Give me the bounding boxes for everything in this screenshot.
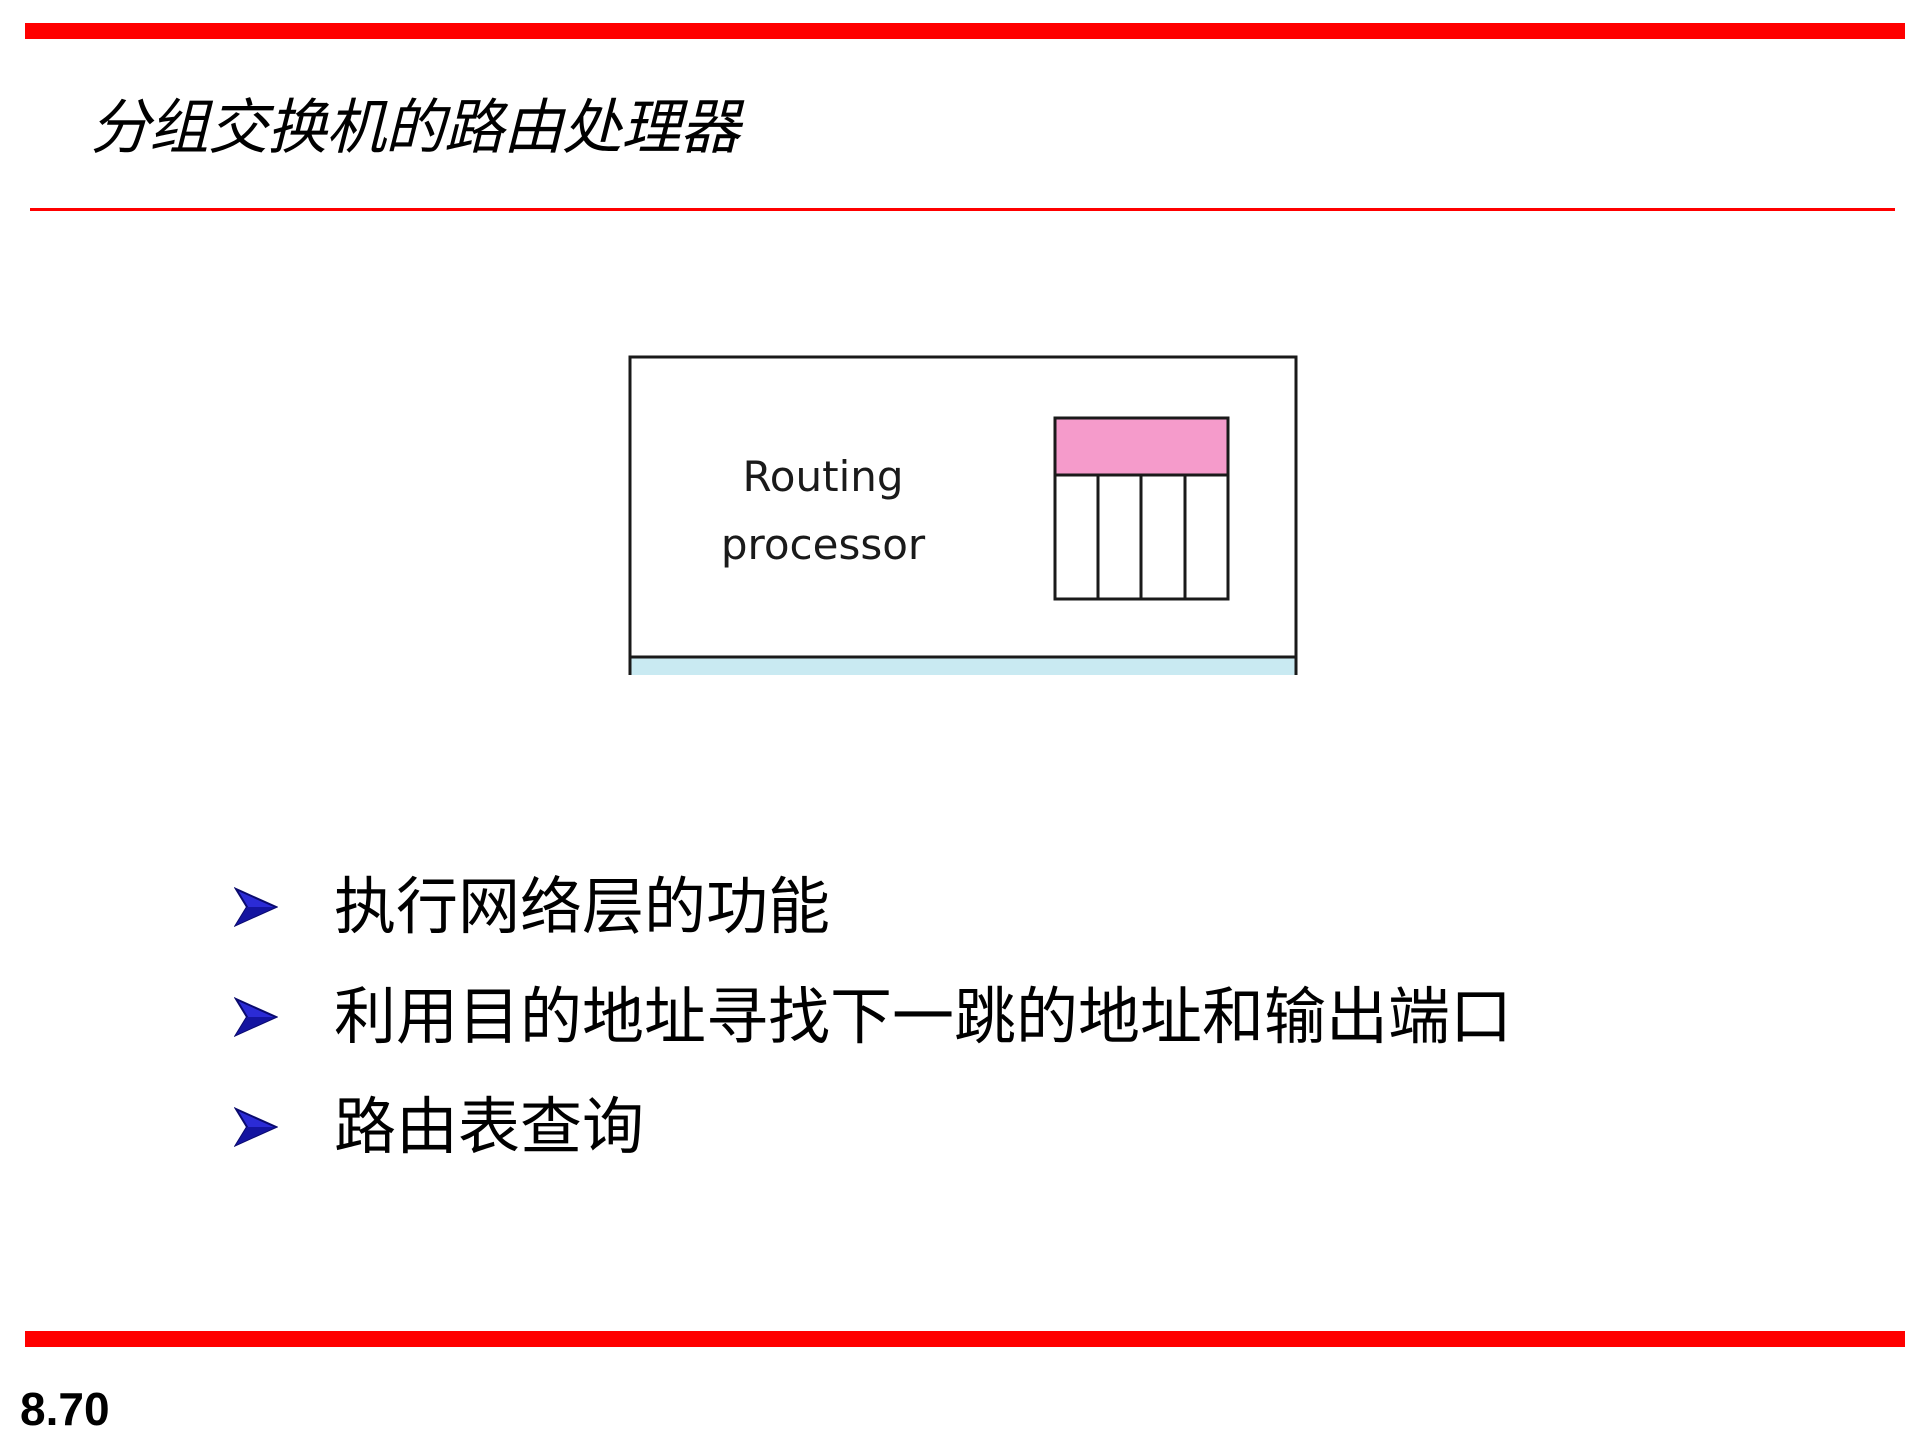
bullet-text: 利用目的地址寻找下一跳的地址和输出端口 (334, 980, 1513, 1053)
bullet-text: 路由表查询 (334, 1090, 645, 1163)
arrowhead-bullet-icon (234, 1105, 334, 1149)
diagram-bottom-band (630, 657, 1296, 675)
top-red-rule (25, 23, 1905, 39)
list-item: 利用目的地址寻找下一跳的地址和输出端口 (234, 962, 1512, 1072)
routing-table-header (1053, 416, 1230, 477)
routing-processor-label: Routing processor (688, 443, 958, 579)
title-underline-rule (30, 208, 1895, 211)
bullet-list: 执行网络层的功能 利用目的地址寻找下一跳的地址和输出端口 路由表查询 (234, 852, 1512, 1182)
arrowhead-bullet-icon (234, 995, 334, 1039)
routing-processor-diagram: Routing processor (628, 355, 1298, 675)
routing-table-icon (1053, 416, 1230, 601)
routing-processor-label-line2: processor (720, 520, 926, 569)
slide-title: 分组交换机的路由处理器 (90, 93, 740, 163)
list-item: 执行网络层的功能 (234, 852, 1512, 962)
list-item: 路由表查询 (234, 1072, 1512, 1182)
routing-processor-label-line1: Routing (742, 452, 904, 501)
bottom-red-rule (25, 1331, 1905, 1347)
bullet-text: 执行网络层的功能 (334, 870, 831, 943)
arrowhead-bullet-icon (234, 885, 334, 929)
page-number: 8.70 (20, 1383, 110, 1435)
